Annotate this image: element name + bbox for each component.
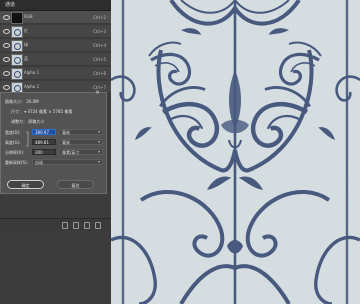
resolution-label: 分辨率(R): [5, 150, 25, 155]
fit-to-dropdown[interactable]: 调整为： 原稿大小 [11, 119, 44, 125]
eye-icon[interactable] [3, 57, 10, 62]
channel-thumbnail [11, 68, 23, 80]
channel-shortcut: Ctrl+4 [92, 43, 106, 48]
height-label: 高度(G): [5, 140, 21, 145]
eye-icon[interactable] [3, 29, 10, 34]
channel-name: 红 [24, 28, 28, 33]
channel-shortcut: Ctrl+6 [92, 71, 106, 76]
save-selection-icon[interactable] [73, 222, 79, 229]
channel-name: Alpha 1 [24, 70, 40, 75]
constrain-proportions-link-icon[interactable] [25, 131, 30, 147]
width-input[interactable]: 399.97 [32, 129, 56, 135]
channel-thumbnail [11, 26, 23, 38]
image-size-readout: 图像大小： 26.0M [5, 99, 39, 104]
damask-pattern-image [111, 0, 360, 304]
eye-icon[interactable] [3, 43, 10, 48]
channels-tab-label: 通道 [5, 2, 16, 8]
height-input[interactable]: 489.81 [32, 139, 56, 145]
ok-button[interactable]: 确定 [7, 180, 44, 189]
height-unit-select[interactable]: 毫米 [59, 139, 103, 145]
channel-shortcut: Ctrl+3 [92, 29, 106, 34]
resolution-unit-select[interactable]: 像素/英寸 [59, 149, 103, 155]
channel-name: Alpha 2 [24, 84, 40, 89]
channels-toolbar [0, 218, 111, 231]
channel-thumbnail [11, 40, 23, 52]
channel-shortcut: Ctrl+2 [92, 15, 106, 20]
width-label: 宽度(D): [5, 130, 21, 135]
channel-thumbnail [11, 54, 23, 66]
channel-row-rgb[interactable]: RGB Ctrl+2 [0, 11, 111, 24]
channel-row-blue[interactable]: 蓝 Ctrl+5 [0, 53, 111, 66]
image-size-dialog: × 图像大小： 26.0M 尺寸： ▾ 4724 像素 × 5785 像素 调整… [0, 89, 107, 194]
channel-shortcut: Ctrl+5 [92, 57, 106, 62]
channel-row-alpha-1[interactable]: Alpha 1 Ctrl+6 [0, 67, 111, 80]
load-selection-icon[interactable] [62, 222, 68, 229]
channel-thumbnail [11, 12, 23, 24]
document-canvas[interactable] [111, 0, 360, 304]
resample-select[interactable]: 自动 [32, 159, 103, 165]
channel-row-red[interactable]: 红 Ctrl+3 [0, 25, 111, 38]
new-channel-icon[interactable] [84, 222, 90, 229]
width-unit-select[interactable]: 毫米 [59, 129, 103, 135]
eye-icon[interactable] [3, 85, 10, 90]
channel-row-green[interactable]: 绿 Ctrl+4 [0, 39, 111, 52]
channel-name: RGB [24, 14, 33, 19]
resample-label: 重新采样(S): [5, 160, 29, 165]
close-icon[interactable]: × [95, 89, 100, 96]
eye-icon[interactable] [3, 15, 10, 20]
trash-icon[interactable] [95, 222, 101, 229]
eye-icon[interactable] [3, 71, 10, 76]
reset-button[interactable]: 复位 [57, 180, 94, 189]
left-panel-area: 通道 RGB Ctrl+2 红 Ctrl+3 绿 Ctrl+4 蓝 Ctrl+5… [0, 0, 111, 304]
dimensions-readout[interactable]: 尺寸： ▾ 4724 像素 × 5785 像素 [11, 109, 72, 115]
channel-name: 绿 [24, 42, 28, 47]
channel-name: 蓝 [24, 56, 28, 61]
resolution-input[interactable]: 300 [32, 149, 56, 155]
channels-tab[interactable]: 通道 [0, 0, 111, 11]
